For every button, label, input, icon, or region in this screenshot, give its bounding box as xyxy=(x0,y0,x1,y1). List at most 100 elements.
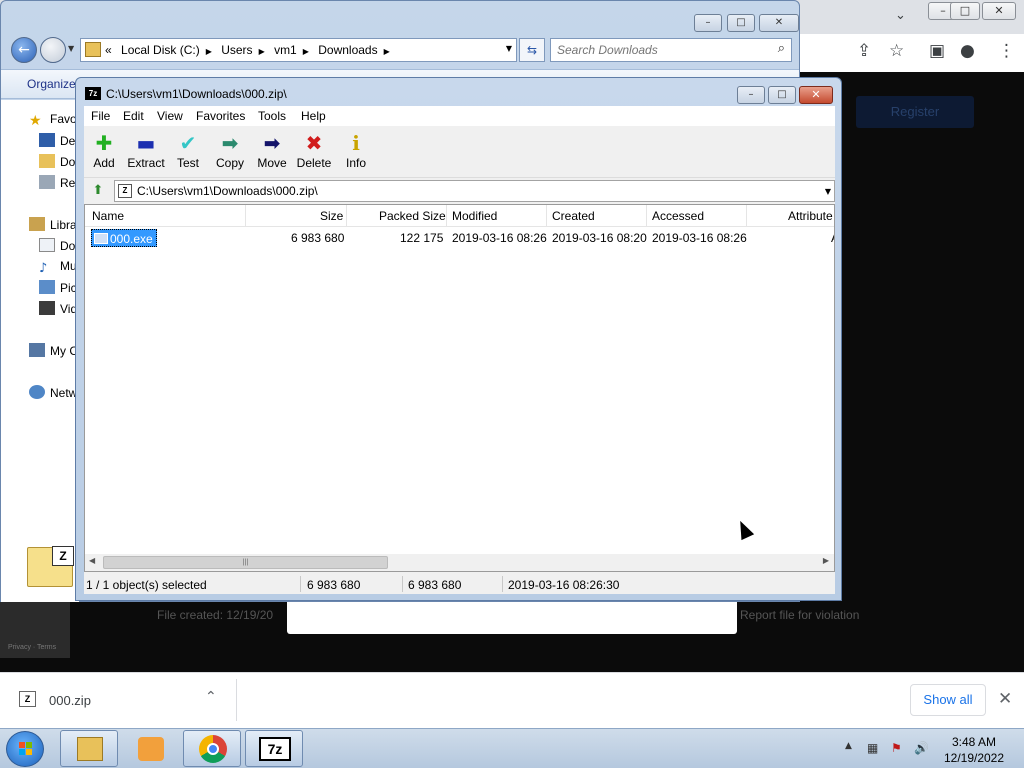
breadcrumb-arrow-icon[interactable]: ▶ xyxy=(259,47,265,56)
taskbar-explorer-button[interactable] xyxy=(60,730,118,767)
back-button[interactable]: ← xyxy=(11,37,37,63)
breadcrumb-overflow[interactable]: « xyxy=(105,43,112,57)
taskbar-chrome-button[interactable] xyxy=(183,730,241,767)
forward-button[interactable] xyxy=(40,37,66,63)
taskbar-sevenzip-button[interactable]: 7z xyxy=(245,730,303,767)
extract-button[interactable]: ▬ Extract xyxy=(124,130,168,170)
show-all-button[interactable]: Show all xyxy=(910,684,986,716)
address-dropdown-icon[interactable]: ▼ xyxy=(506,44,512,53)
share-icon[interactable]: ⇪ xyxy=(857,41,871,61)
nav-item-pictures[interactable]: Pic xyxy=(39,280,77,295)
menu-tools[interactable]: Tools xyxy=(258,109,286,123)
column-divider[interactable] xyxy=(546,205,547,227)
move-button[interactable]: ➡ Move xyxy=(250,130,294,170)
download-item-name[interactable]: 000.zip xyxy=(49,693,91,708)
test-button[interactable]: ✔ Test xyxy=(166,130,210,170)
nav-item-libraries[interactable]: Libra xyxy=(29,217,77,232)
nav-item-favorites[interactable]: ★ Favo xyxy=(29,112,77,129)
restore-button[interactable]: □ xyxy=(950,2,980,20)
sevenzip-maximize-button[interactable]: □ xyxy=(768,86,796,104)
breadcrumb-local-disk[interactable]: Local Disk (C:) xyxy=(121,43,200,57)
column-header-created[interactable]: Created xyxy=(552,209,595,223)
path-bar: ⬆ Z C:\Users\vm1\Downloads\000.zip\ ▼ xyxy=(84,180,835,202)
file-name-cell[interactable]: 000.exe xyxy=(91,229,157,247)
column-divider[interactable] xyxy=(245,205,246,227)
breadcrumb-arrow-icon[interactable]: ▶ xyxy=(384,47,390,56)
column-header-size[interactable]: Size xyxy=(320,209,343,223)
column-divider[interactable] xyxy=(746,205,747,227)
menu-kebab-icon[interactable]: ⋮ xyxy=(998,41,1015,61)
recent-pages-dropdown-icon[interactable]: ▼ xyxy=(68,44,74,53)
network-tray-icon[interactable]: ▦ xyxy=(867,741,881,755)
breadcrumb-arrow-icon[interactable]: ▶ xyxy=(206,47,212,56)
action-center-icon[interactable]: ⚑ xyxy=(891,741,905,755)
taskbar-media-player-button[interactable] xyxy=(121,730,179,767)
zip-folder-icon[interactable]: Z xyxy=(27,546,74,587)
column-header-name[interactable]: Name xyxy=(92,209,124,223)
chevron-up-icon[interactable]: ⌃ xyxy=(205,689,217,705)
file-list[interactable]: Name Size Packed Size Modified Created A… xyxy=(84,204,835,572)
explorer-minimize-button[interactable]: – xyxy=(694,14,722,32)
star-icon: ★ xyxy=(29,113,42,129)
horizontal-scrollbar[interactable]: ◀ ||| ▶ xyxy=(85,554,834,571)
sevenzip-minimize-button[interactable]: – xyxy=(737,86,765,104)
search-icon[interactable]: ⌕ xyxy=(778,41,785,56)
column-divider[interactable] xyxy=(346,205,347,227)
register-button[interactable]: Register xyxy=(856,96,974,128)
volume-icon[interactable]: 🔊 xyxy=(914,741,929,755)
column-divider[interactable] xyxy=(446,205,447,227)
archive-icon: Z xyxy=(118,184,132,198)
nav-item-music[interactable]: ♪ Mu xyxy=(39,259,77,276)
add-button[interactable]: ✚ Add xyxy=(82,130,126,170)
system-clock[interactable]: 3:48 AM 12/19/2022 xyxy=(938,734,1010,766)
side-panel-icon[interactable]: ▣ xyxy=(929,41,945,61)
menu-help[interactable]: Help xyxy=(301,109,326,123)
nav-item-computer[interactable]: My C xyxy=(29,343,78,358)
up-folder-button[interactable]: ⬆ xyxy=(88,181,108,201)
copy-button[interactable]: ➡ Copy xyxy=(208,130,252,170)
explorer-maximize-button[interactable]: □ xyxy=(727,14,755,32)
exe-file-icon xyxy=(94,233,108,244)
column-header-modified[interactable]: Modified xyxy=(452,209,497,223)
nav-item-network[interactable]: Netw xyxy=(29,385,77,400)
explorer-close-button[interactable]: ✕ xyxy=(759,14,799,32)
info-button[interactable]: i Info xyxy=(334,130,378,170)
column-divider[interactable] xyxy=(646,205,647,227)
column-header-attributes[interactable]: Attribute xyxy=(788,209,833,223)
organize-menu[interactable]: Organize xyxy=(27,77,76,91)
breadcrumb-users[interactable]: Users xyxy=(221,43,252,57)
column-header-packed-size[interactable]: Packed Size xyxy=(379,209,446,223)
breadcrumb-downloads[interactable]: Downloads xyxy=(318,43,377,57)
recaptcha-badge[interactable]: Privacy · Terms xyxy=(0,600,70,658)
start-button[interactable] xyxy=(6,731,44,767)
delete-button[interactable]: ✖ Delete xyxy=(292,130,336,170)
path-combobox[interactable]: Z C:\Users\vm1\Downloads\000.zip\ ▼ xyxy=(114,180,835,202)
tab-search-chevron-icon[interactable]: ⌄ xyxy=(895,8,906,23)
close-button[interactable]: ✕ xyxy=(982,2,1016,20)
profile-avatar-icon[interactable]: ● xyxy=(960,41,975,61)
address-bar[interactable]: « Local Disk (C:) ▶ Users ▶ vm1 ▶ Downloads… xyxy=(80,38,517,62)
sevenzip-close-button[interactable]: ✕ xyxy=(799,86,833,104)
chevron-down-icon[interactable]: ▼ xyxy=(825,187,831,196)
scroll-right-icon[interactable]: ▶ xyxy=(823,556,829,565)
search-input[interactable] xyxy=(557,42,767,58)
close-icon[interactable]: ✕ xyxy=(998,689,1012,709)
menu-file[interactable]: File xyxy=(91,109,110,123)
menu-edit[interactable]: Edit xyxy=(123,109,144,123)
tool-label: Extract xyxy=(127,156,165,170)
report-file-link[interactable]: Report file for violation xyxy=(740,608,859,622)
menu-favorites[interactable]: Favorites xyxy=(196,109,245,123)
show-hidden-icons-icon[interactable]: ▲ xyxy=(845,741,852,751)
menu-view[interactable]: View xyxy=(157,109,183,123)
refresh-button[interactable]: ⇆ xyxy=(519,38,545,62)
scroll-left-icon[interactable]: ◀ xyxy=(89,556,95,565)
bookmark-star-icon[interactable]: ☆ xyxy=(889,41,904,61)
breadcrumb-vm1[interactable]: vm1 xyxy=(274,43,297,57)
sevenzip-icon: 7z xyxy=(259,737,291,761)
breadcrumb-arrow-icon[interactable]: ▶ xyxy=(303,47,309,56)
column-header-accessed[interactable]: Accessed xyxy=(652,209,704,223)
table-row[interactable]: 000.exe 6 983 680 122 175 2019-03-16 08:… xyxy=(85,229,834,247)
scrollbar-thumb[interactable]: ||| xyxy=(103,556,388,569)
search-box[interactable]: ⌕ xyxy=(550,38,792,62)
nav-item-videos[interactable]: Vid xyxy=(39,301,77,316)
